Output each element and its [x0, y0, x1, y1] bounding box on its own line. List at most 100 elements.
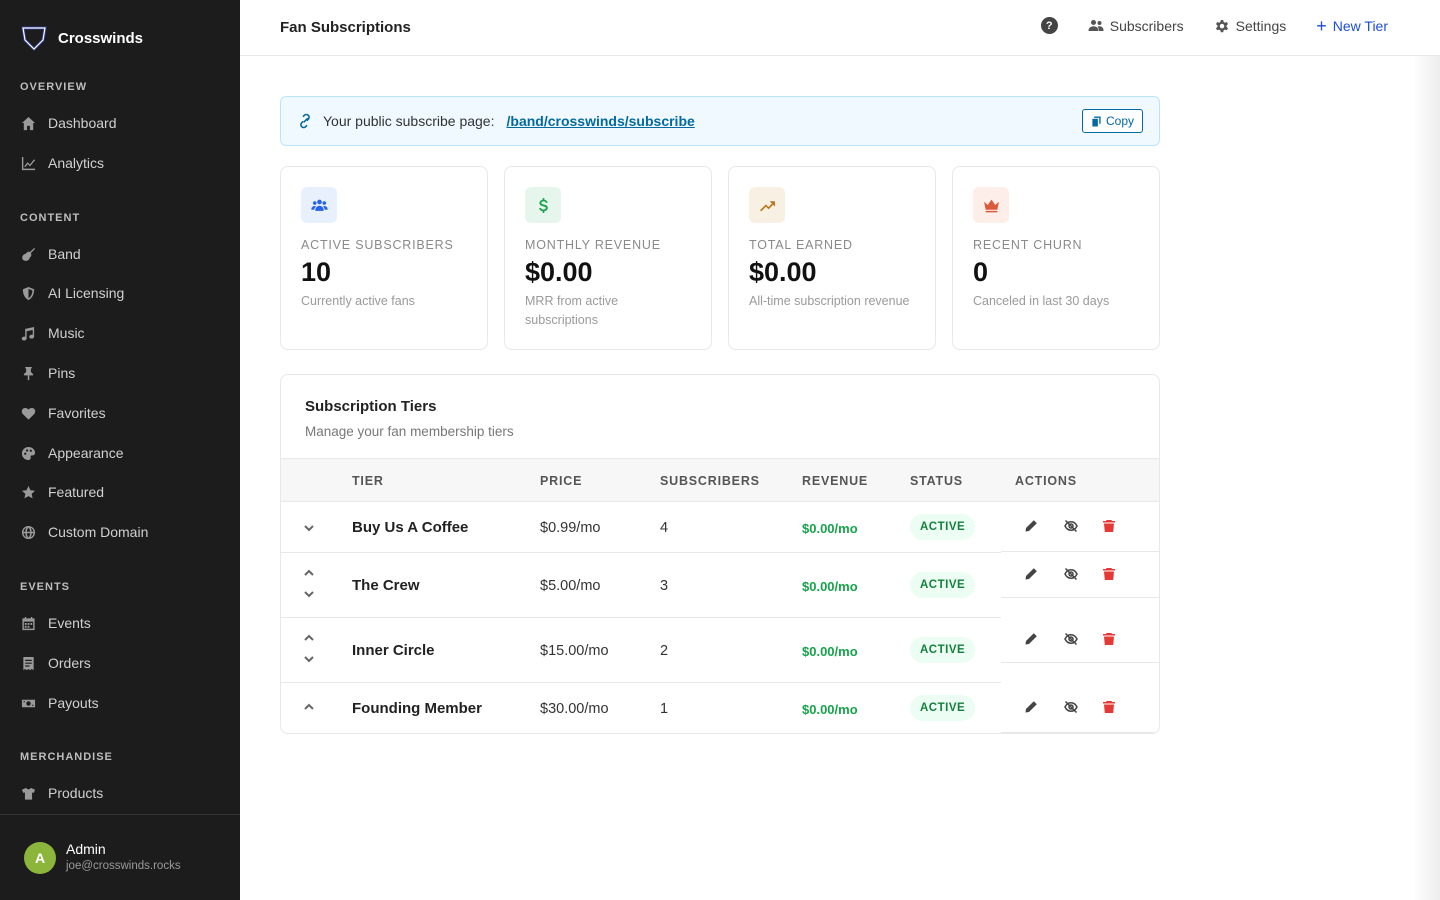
- stat-description: All-time subscription revenue: [749, 294, 910, 308]
- sidebar-item-label: Dashboard: [48, 115, 117, 131]
- chevron-down-icon[interactable]: [301, 520, 317, 536]
- tier-price: $0.99/mo: [540, 520, 601, 536]
- section-title-overview: OVERVIEW: [20, 81, 88, 93]
- sidebar-item-analytics[interactable]: Analytics: [20, 149, 220, 177]
- user-name: Admin: [66, 841, 106, 857]
- home-icon: [20, 115, 36, 131]
- edit-icon[interactable]: [1023, 518, 1039, 534]
- sidebar-item-label: Favorites: [48, 405, 106, 421]
- stat-label: ACTIVE SUBSCRIBERS: [301, 238, 454, 252]
- sidebar-item-products[interactable]: Products: [20, 779, 220, 807]
- stat-value: 0: [973, 257, 989, 287]
- column-header-tier: TIER: [352, 474, 384, 488]
- sidebar-item-music[interactable]: Music: [20, 319, 220, 347]
- globe-icon: [20, 524, 36, 540]
- tier-subscribers: 4: [660, 520, 669, 536]
- subscription-tiers-panel: Subscription Tiers Manage your fan membe…: [280, 374, 1160, 734]
- tier-revenue: $0.00/mo: [802, 702, 858, 717]
- subscribers-button[interactable]: Subscribers: [1088, 18, 1184, 34]
- brand-name: Crosswinds: [58, 29, 144, 47]
- panel-title: Subscription Tiers: [305, 398, 437, 415]
- scroll-shadow: [1412, 56, 1440, 900]
- music-note-icon: [20, 325, 36, 341]
- user-email: joe@crosswinds.rocks: [66, 860, 181, 872]
- receipt-icon: [20, 655, 36, 671]
- tier-price: $5.00/mo: [540, 578, 601, 594]
- tier-revenue: $0.00/mo: [802, 644, 858, 659]
- eye-slash-icon[interactable]: [1063, 566, 1079, 582]
- sidebar-item-label: Featured: [48, 484, 105, 500]
- brand[interactable]: Crosswinds: [20, 24, 143, 52]
- eye-slash-icon[interactable]: [1063, 631, 1079, 647]
- plus-icon: +: [1316, 15, 1327, 36]
- trash-icon[interactable]: [1101, 518, 1117, 534]
- trend-up-icon: [749, 187, 785, 223]
- topbar: Fan Subscriptions ? Subscribers Settings…: [240, 0, 1440, 56]
- help-icon[interactable]: ?: [1040, 17, 1058, 34]
- users-icon: [301, 187, 337, 223]
- trash-icon[interactable]: [1101, 631, 1117, 647]
- sidebar-item-favorites[interactable]: Favorites: [20, 399, 220, 427]
- tier-price: $15.00/mo: [540, 643, 609, 659]
- stat-card-monthly-revenue: MONTHLY REVENUE $0.00 MRR from active su…: [504, 166, 712, 350]
- sidebar-item-pins[interactable]: Pins: [20, 359, 220, 387]
- palette-icon: [20, 445, 36, 461]
- edit-icon[interactable]: [1023, 699, 1039, 715]
- column-header-revenue: REVENUE: [802, 474, 869, 488]
- sidebar-item-orders[interactable]: Orders: [20, 649, 220, 677]
- sidebar-item-band[interactable]: Band: [20, 240, 220, 268]
- edit-icon[interactable]: [1023, 566, 1039, 582]
- stat-card-total-earned: TOTAL EARNED $0.00 All-time subscription…: [728, 166, 936, 350]
- trash-icon[interactable]: [1101, 699, 1117, 715]
- user-profile[interactable]: A Admin joe@crosswinds.rocks: [0, 814, 240, 900]
- status-badge: ACTIVE: [910, 514, 976, 540]
- chevron-up-icon[interactable]: [301, 565, 317, 581]
- shield-icon: [20, 285, 36, 301]
- guitar-icon: [20, 246, 36, 262]
- tier-name: The Crew: [352, 577, 420, 594]
- tier-name: Inner Circle: [352, 642, 435, 659]
- eye-slash-icon[interactable]: [1063, 518, 1079, 534]
- sidebar-item-ai-licensing[interactable]: AI Licensing: [20, 279, 220, 307]
- sidebar-item-label: Events: [48, 615, 91, 631]
- stat-card-active-subscribers: ACTIVE SUBSCRIBERS 10 Currently active f…: [280, 166, 488, 350]
- sidebar-item-label: Pins: [48, 365, 76, 381]
- sidebar-item-custom-domain[interactable]: Custom Domain: [20, 518, 220, 546]
- sidebar-item-featured[interactable]: Featured: [20, 478, 220, 506]
- chevron-down-icon[interactable]: [301, 651, 317, 667]
- table-header: TIER PRICE SUBSCRIBERS REVENUE STATUS AC…: [281, 458, 1159, 502]
- sidebar-item-label: Products: [48, 785, 104, 801]
- chevron-up-icon[interactable]: [301, 630, 317, 646]
- crown-icon: [973, 187, 1009, 223]
- sidebar-item-appearance[interactable]: Appearance: [20, 439, 220, 467]
- stat-label: RECENT CHURN: [973, 238, 1083, 252]
- sidebar-item-label: Band: [48, 246, 81, 262]
- row-divider: [1001, 597, 1159, 598]
- trash-icon[interactable]: [1101, 566, 1117, 582]
- section-title-content: CONTENT: [20, 212, 81, 224]
- chevron-up-icon[interactable]: [301, 699, 317, 715]
- copy-icon: [1092, 115, 1101, 127]
- sidebar-item-label: Analytics: [48, 155, 105, 171]
- page-title: Fan Subscriptions: [280, 19, 411, 36]
- table-row: Inner Circle $15.00/mo 2 $0.00/mo ACTIVE: [281, 618, 1159, 683]
- chevron-down-icon[interactable]: [301, 586, 317, 602]
- table-row: The Crew $5.00/mo 3 $0.00/mo ACTIVE: [281, 553, 1159, 618]
- stat-value: 10: [301, 257, 332, 287]
- new-tier-button[interactable]: + New Tier: [1316, 15, 1388, 36]
- copy-button[interactable]: Copy: [1081, 109, 1143, 133]
- sidebar-item-label: Appearance: [48, 445, 124, 461]
- section-title-events: EVENTS: [20, 581, 71, 593]
- tier-revenue: $0.00/mo: [802, 521, 858, 536]
- subscribe-page-link[interactable]: /band/crosswinds/subscribe: [507, 113, 695, 129]
- settings-button[interactable]: Settings: [1214, 18, 1286, 34]
- sidebar-item-payouts[interactable]: Payouts: [20, 689, 220, 717]
- star-icon: [20, 484, 36, 500]
- eye-slash-icon[interactable]: [1063, 699, 1079, 715]
- edit-icon[interactable]: [1023, 631, 1039, 647]
- sidebar-item-events[interactable]: Events: [20, 609, 220, 637]
- sidebar-item-dashboard[interactable]: Dashboard: [20, 109, 220, 137]
- tier-revenue: $0.00/mo: [802, 579, 858, 594]
- heart-icon: [20, 405, 36, 421]
- users-icon: [1088, 19, 1104, 31]
